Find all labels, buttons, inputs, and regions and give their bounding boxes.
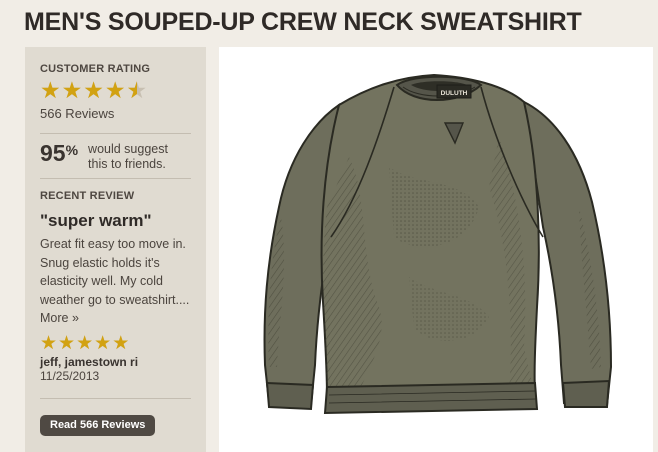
- rating-stars: ★★★★★★★★★★: [40, 79, 191, 102]
- star-icon: ★★: [126, 77, 148, 103]
- read-reviews-button[interactable]: Read 566 Reviews: [40, 414, 156, 436]
- recommend-stat: 95% would suggest this to friends.: [40, 142, 191, 172]
- sweatshirt-illustration: DULUTH: [263, 73, 613, 415]
- review-body: Great fit easy too move in. Snug elastic…: [40, 237, 190, 325]
- star-icon: ★★: [94, 332, 112, 354]
- star-icon: ★★: [40, 332, 58, 354]
- star-icon: ★★: [112, 332, 130, 354]
- recommend-percent: 95%: [40, 140, 79, 166]
- review-count[interactable]: 566 Reviews: [40, 106, 191, 121]
- recommend-text: would suggest this to friends.: [88, 142, 168, 171]
- star-icon: ★★: [61, 77, 83, 103]
- customer-rating-label: CUSTOMER RATING: [40, 63, 151, 75]
- star-icon: ★★: [58, 332, 76, 354]
- star-icon: ★★: [76, 332, 94, 354]
- review-author: jeff, jamestown ri: [40, 354, 139, 369]
- review-headline: "super warm": [40, 211, 152, 230]
- review-sidebar: CUSTOMER RATING ★★★★★★★★★★ 566 Reviews 9…: [25, 47, 206, 452]
- review-date: 11/25/2013: [40, 368, 100, 383]
- star-icon: ★★: [83, 77, 104, 103]
- page-title: MEN'S SOUPED-UP CREW NECK SWEATSHIRT: [24, 8, 582, 36]
- sweatshirt-image[interactable]: DULUTH: [219, 47, 653, 452]
- review-stars: ★ ★ ★ ★ ★ ★ ★ ★ ★ ★: [40, 334, 191, 353]
- recent-review-label: RECENT REVIEW: [40, 190, 135, 202]
- star-icon: ★★: [104, 77, 126, 103]
- more-link[interactable]: More »: [40, 311, 79, 325]
- star-icon: ★★: [40, 77, 61, 103]
- product-image-pane: DULUTH: [219, 47, 653, 452]
- brand-tag-text: DULUTH: [441, 90, 468, 97]
